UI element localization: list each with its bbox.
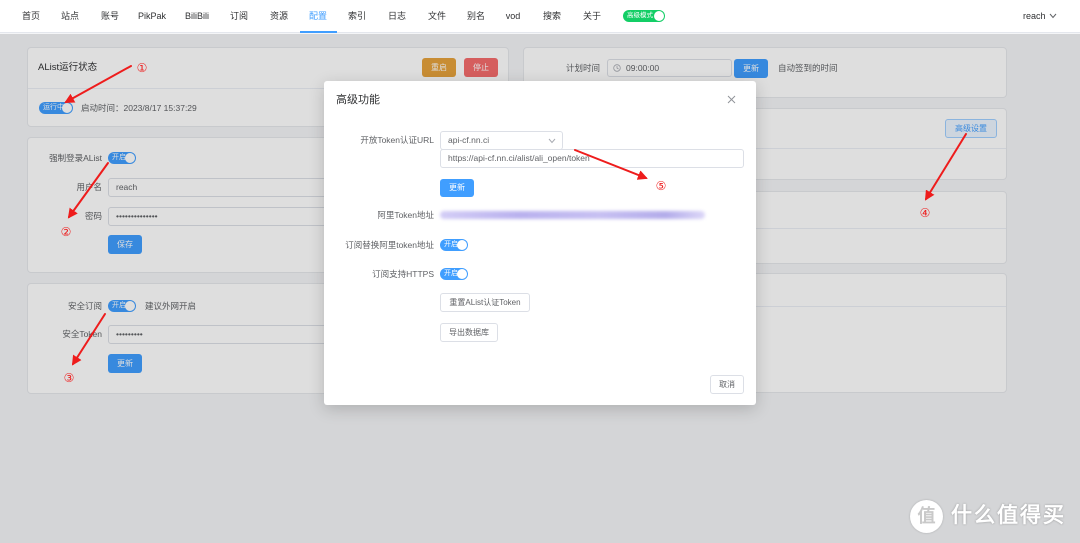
nav-item-vod[interactable]: vod: [506, 0, 521, 33]
advanced-mode-label: 高级模式: [627, 12, 653, 19]
token-url-update-button[interactable]: 更新: [440, 179, 474, 197]
chevron-down-icon[interactable]: [1049, 13, 1057, 19]
advanced-mode-switch[interactable]: 高级模式: [623, 10, 665, 22]
nav-item-resources[interactable]: 资源: [270, 0, 288, 33]
export-database-button[interactable]: 导出数据库: [440, 323, 498, 342]
token-url-input[interactable]: https://api-cf.nn.ci/alist/ali_open/toke…: [440, 149, 744, 168]
chevron-down-icon: [548, 138, 556, 144]
nav-item-sites[interactable]: 站点: [61, 0, 79, 33]
sub-https-switch[interactable]: 开启: [440, 268, 468, 280]
nav-item-config[interactable]: 配置: [309, 0, 327, 33]
token-url-label: 开放Token认证URL: [360, 135, 434, 145]
nav-item-home[interactable]: 首页: [22, 0, 40, 33]
nav-item-bilibili[interactable]: BiliBili: [185, 0, 209, 33]
sub-replace-token-switch[interactable]: 开启: [440, 239, 468, 251]
switch-knob: [457, 269, 467, 279]
advanced-features-dialog: 高级功能 开放Token认证URL api-cf.nn.ci https://a…: [324, 81, 756, 405]
ali-token-value-blurred: [440, 211, 705, 219]
nav-item-pikpak[interactable]: PikPak: [138, 0, 166, 33]
user-menu[interactable]: reach: [1023, 10, 1046, 22]
sub-replace-token-switch-label: 开启: [444, 241, 458, 248]
nav-item-files[interactable]: 文件: [428, 0, 446, 33]
sub-https-label: 订阅支持HTTPS: [372, 269, 434, 279]
token-url-selected-value: api-cf.nn.ci: [448, 135, 490, 145]
sub-replace-token-label: 订阅替换阿里token地址: [345, 240, 434, 250]
watermark-text: 什么值得买: [951, 504, 1066, 527]
close-icon[interactable]: [727, 95, 736, 104]
smzdm-logo-icon: 值: [910, 500, 943, 533]
nav-active-indicator: [300, 31, 337, 33]
nav-item-index[interactable]: 索引: [348, 0, 366, 33]
nav-item-about[interactable]: 关于: [583, 0, 601, 33]
app-screen: 首页 站点 账号 PikPak BiliBili 订阅 资源 配置 索引 日志 …: [0, 0, 1080, 543]
cancel-button[interactable]: 取消: [710, 375, 744, 394]
switch-knob: [654, 11, 664, 21]
top-nav: 首页 站点 账号 PikPak BiliBili 订阅 资源 配置 索引 日志 …: [0, 0, 1080, 33]
sub-https-switch-label: 开启: [444, 270, 458, 277]
nav-item-subscriptions[interactable]: 订阅: [230, 0, 248, 33]
nav-item-logs[interactable]: 日志: [388, 0, 406, 33]
switch-knob: [457, 240, 467, 250]
token-url-select[interactable]: api-cf.nn.ci: [440, 131, 563, 150]
ali-token-label: 阿里Token地址: [377, 210, 434, 220]
nav-item-accounts[interactable]: 账号: [101, 0, 119, 33]
dialog-title: 高级功能: [336, 94, 380, 106]
nav-item-search[interactable]: 搜索: [543, 0, 561, 33]
reset-alist-token-button[interactable]: 重置AList认证Token: [440, 293, 530, 312]
nav-item-alias[interactable]: 别名: [467, 0, 485, 33]
